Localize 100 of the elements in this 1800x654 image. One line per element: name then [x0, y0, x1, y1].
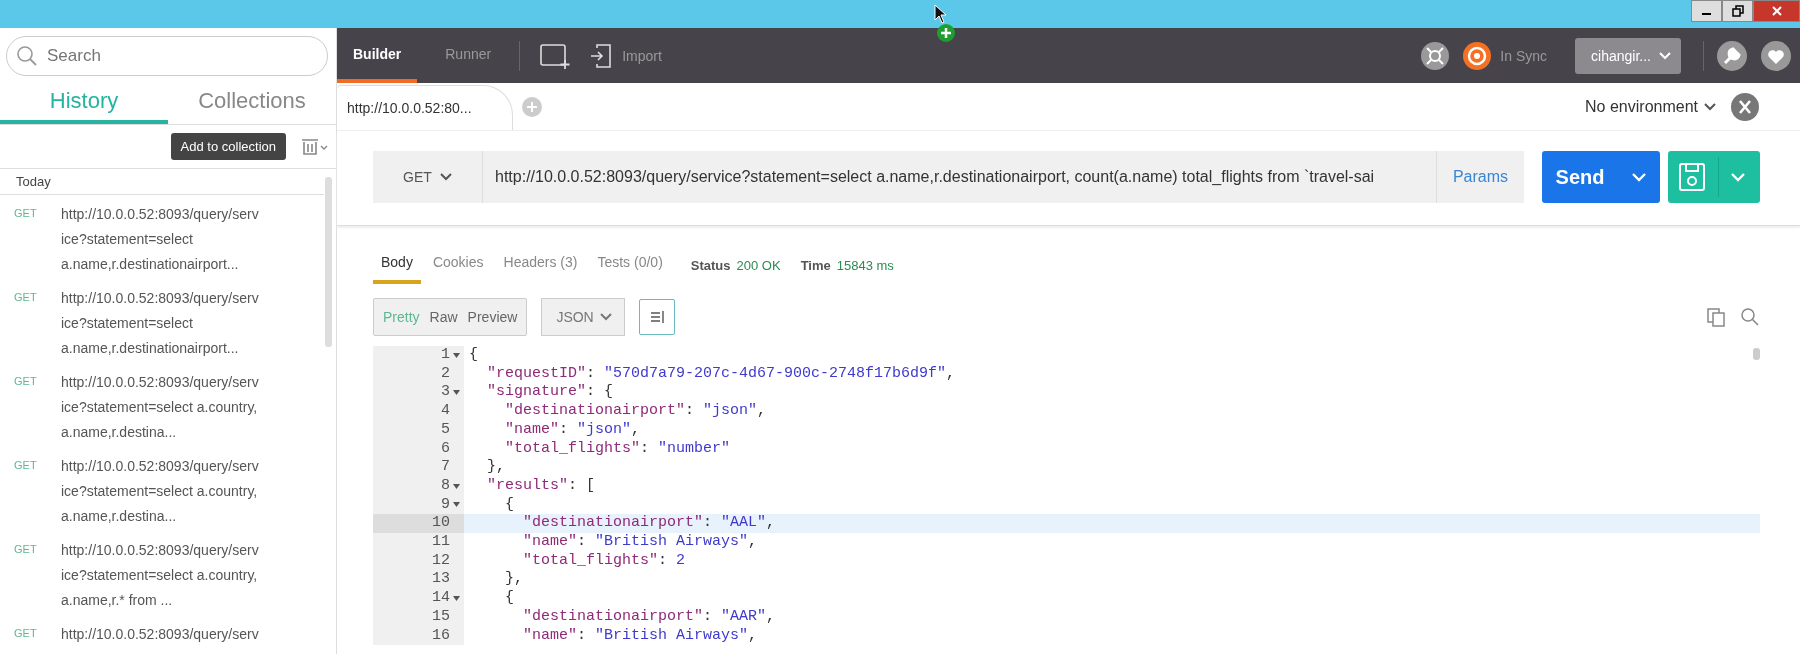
search-field[interactable]: Search — [6, 36, 328, 76]
code-line: "signature": { — [486, 383, 614, 403]
close-icon — [1770, 5, 1783, 17]
import-icon — [590, 42, 613, 69]
code-line: "destinationairport": "AAL", — [522, 514, 776, 534]
line-number: 14 — [432, 589, 450, 608]
code-line: { — [504, 495, 514, 515]
environment-settings-icon[interactable] — [1730, 91, 1760, 122]
response-tab[interactable]: Cookies — [424, 246, 492, 284]
history-item[interactable]: http://10.0.0.52:8093/query/serv ice?statement=select a.country, a.name,r.destina... — [61, 454, 259, 529]
code-line: }, — [486, 458, 505, 477]
response-tab[interactable]: Body — [373, 246, 421, 284]
sync-icon — [1462, 40, 1493, 71]
fold-caret-icon[interactable] — [453, 352, 460, 358]
method-label: GET — [14, 542, 38, 557]
line-number: 6 — [441, 439, 450, 459]
status-value: 200 OK — [736, 257, 781, 273]
code-line: "results": [ — [486, 476, 596, 496]
method-label: GET — [14, 290, 38, 305]
format-dropdown[interactable]: JSON — [541, 298, 625, 336]
mode-tab[interactable]: Runner — [429, 28, 508, 83]
sync-status[interactable]: In Sync — [1462, 40, 1548, 71]
group-label: Today — [0, 169, 324, 195]
new-window-icon[interactable] — [540, 41, 573, 70]
url-field[interactable]: http://10.0.0.52:8093/query/service?statement=select a.name,r.destinationairport, count(a.name) total_flights from `travel-sai — [483, 168, 1436, 186]
environment-dropdown[interactable]: No environment — [1579, 96, 1722, 117]
interceptor-icon[interactable] — [1420, 40, 1451, 71]
close-button[interactable] — [1753, 0, 1800, 22]
status-label: Status — [690, 257, 731, 273]
scrollbar[interactable] — [1753, 348, 1760, 360]
minimize-icon — [1702, 13, 1711, 15]
caret-icon[interactable] — [1632, 172, 1646, 182]
search-icon[interactable] — [1740, 307, 1760, 327]
send-button[interactable]: Send — [1542, 151, 1660, 203]
method-dropdown[interactable]: GET — [373, 151, 483, 203]
line-number: 5 — [441, 420, 450, 440]
view-tab[interactable]: Preview — [462, 309, 523, 325]
fold-caret-icon[interactable] — [453, 483, 460, 489]
line-number: 13 — [432, 570, 450, 590]
sidebar-tab[interactable]: Collections — [168, 82, 336, 124]
line-number: 9 — [441, 495, 450, 515]
code-line: { — [468, 346, 478, 365]
line-number: 15 — [432, 607, 450, 627]
fold-caret-icon[interactable] — [453, 502, 460, 508]
line-number: 8 — [441, 476, 450, 496]
code-line: "total_flights": 2 — [522, 551, 686, 571]
response-tab[interactable]: Tests (0/0) — [589, 246, 671, 284]
code-line: "destinationairport": "AAR", — [522, 607, 776, 627]
search-icon — [16, 45, 38, 67]
fold-caret-icon[interactable] — [453, 390, 460, 396]
floppy-icon — [1678, 162, 1706, 192]
line-number: 10 — [432, 514, 450, 534]
code-line: { — [504, 589, 514, 608]
chevron-icon — [1704, 102, 1716, 111]
line-number: 11 — [432, 533, 450, 552]
view-tab[interactable]: Raw — [424, 309, 463, 325]
save-button[interactable] — [1668, 151, 1760, 203]
chevron-icon — [439, 173, 452, 181]
code-line: }, — [504, 570, 523, 590]
request-tab[interactable]: http://10.0.0.52:80... — [337, 85, 513, 130]
method-label: GET — [14, 458, 38, 473]
method-label: GET — [14, 626, 38, 641]
params-button[interactable]: Params — [1435, 151, 1524, 203]
history-item[interactable]: http://10.0.0.52:8093/query/serv — [61, 622, 259, 647]
wrap-button[interactable] — [638, 299, 675, 335]
restore-button[interactable] — [1722, 0, 1753, 22]
copy-icon[interactable] — [1706, 307, 1726, 327]
line-number: 4 — [441, 402, 450, 421]
history-item[interactable]: http://10.0.0.52:8093/query/serv ice?statement=select a.name,r.destinationairport... — [61, 202, 259, 277]
history-item[interactable]: http://10.0.0.52:8093/query/serv ice?statement=select a.country, a.name,r.destina... — [61, 370, 259, 445]
chevron-icon — [599, 313, 612, 321]
cursor-icon — [934, 4, 948, 24]
history-item[interactable]: http://10.0.0.52:8093/query/serv ice?statement=select a.name,r.destinationairport... — [61, 286, 259, 361]
scrollbar[interactable] — [325, 177, 332, 347]
wrap-lines-icon — [648, 309, 665, 325]
time-label: Time — [800, 257, 831, 273]
code-line: "requestID": "570d7a79-207c-4d67-900c-2748f17b6d9f", — [486, 364, 956, 384]
trash-icon[interactable] — [300, 136, 328, 157]
history-item[interactable]: http://10.0.0.52:8093/query/serv ice?statement=select a.country, a.name,r.* from ... — [61, 538, 259, 613]
import-button[interactable]: Import — [584, 41, 668, 70]
line-number: 1 — [441, 346, 450, 365]
mode-tab[interactable]: Builder — [337, 28, 418, 83]
code-line: "destinationairport": "json", — [504, 402, 767, 421]
fold-caret-icon[interactable] — [453, 596, 460, 601]
restore-icon — [1731, 5, 1744, 17]
line-number: 2 — [441, 364, 450, 384]
code-line: "name": "json", — [504, 420, 641, 440]
add-to-collection-button[interactable]: Add to collection — [170, 133, 286, 160]
caret-icon[interactable] — [1731, 172, 1745, 182]
code-line: "name": "British Airways", — [522, 533, 758, 552]
user-dropdown[interactable]: cihangir... — [1575, 37, 1681, 74]
code-line: "total_flights": "number" — [504, 439, 731, 459]
code-line: "name": "British Airways", — [522, 626, 758, 646]
line-number: 3 — [441, 383, 450, 403]
chevron-icon — [1659, 51, 1671, 60]
line-number: 12 — [432, 551, 450, 571]
line-number: 7 — [441, 458, 450, 477]
minimize-button[interactable] — [1691, 0, 1722, 22]
response-tab[interactable]: Headers (3) — [495, 246, 586, 284]
method-label: GET — [14, 374, 38, 389]
